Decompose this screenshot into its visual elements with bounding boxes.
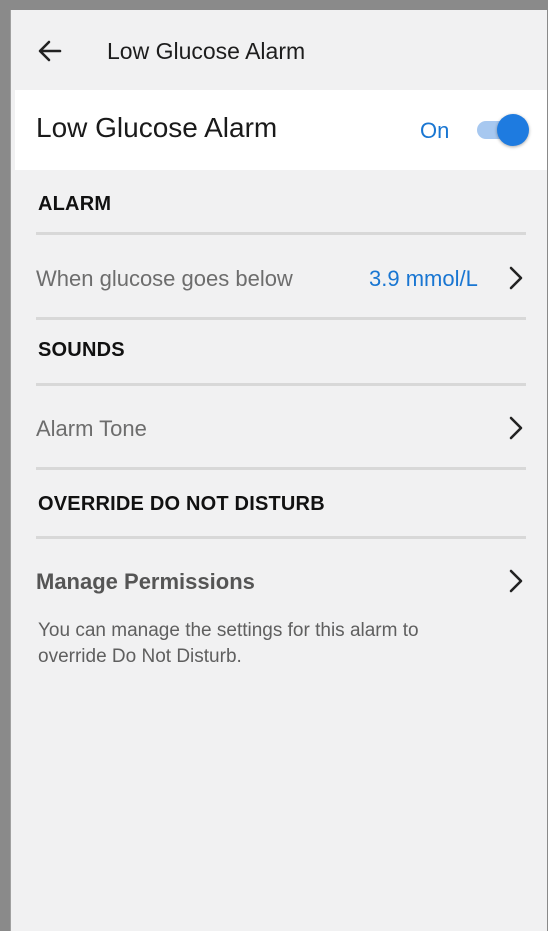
- manage-permissions-label: Manage Permissions: [36, 569, 255, 594]
- divider: [36, 467, 526, 470]
- toggle-status-label: On: [420, 118, 450, 143]
- threshold-label: When glucose goes below: [36, 266, 293, 291]
- divider: [36, 536, 526, 539]
- chevron-right-icon: [509, 416, 523, 440]
- divider: [36, 317, 526, 320]
- chevron-right-icon: [509, 569, 523, 593]
- toggle-title: Low Glucose Alarm: [36, 112, 278, 143]
- section-header-override: OVERRIDE DO NOT DISTURB: [38, 493, 325, 515]
- alarm-switch[interactable]: [477, 114, 529, 146]
- settings-screen: Low Glucose Alarm Low Glucose Alarm On A…: [10, 10, 547, 931]
- divider: [36, 383, 526, 386]
- app-bar: Low Glucose Alarm: [11, 10, 547, 90]
- section-header-sounds: SOUNDS: [38, 339, 125, 361]
- switch-thumb: [497, 114, 529, 146]
- alarm-toggle-row[interactable]: Low Glucose Alarm On: [15, 90, 547, 170]
- divider: [36, 232, 526, 235]
- threshold-value: 3.9 mmol/L: [369, 266, 478, 291]
- chevron-right-icon: [509, 266, 523, 290]
- section-header-alarm: ALARM: [38, 193, 112, 215]
- permissions-note: You can manage the settings for this ala…: [38, 620, 419, 667]
- alarm-tone-label: Alarm Tone: [36, 416, 147, 441]
- back-arrow-icon[interactable]: [37, 38, 63, 64]
- page-title: Low Glucose Alarm: [107, 38, 306, 64]
